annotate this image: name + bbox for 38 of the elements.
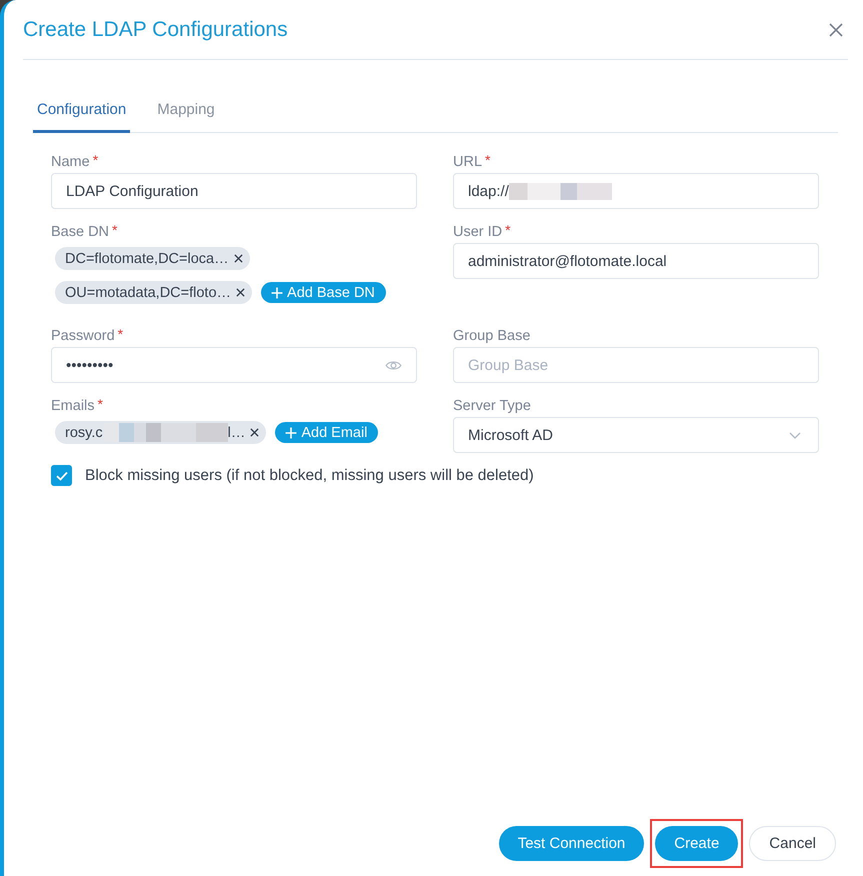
required-mark: * — [112, 222, 118, 238]
field-label: Base DN — [51, 224, 110, 240]
tag-text: l… — [228, 424, 246, 440]
chevron-down-icon — [789, 432, 801, 438]
plus-icon — [285, 426, 298, 438]
input-field[interactable]: LDAP Configuration — [51, 173, 417, 209]
field-label: Group Base — [453, 328, 530, 344]
dialog-title: Create LDAP Configurations — [23, 18, 288, 42]
tag-text: rosy.c — [65, 424, 103, 440]
field-label: User ID — [453, 224, 502, 240]
field-label: Emails — [51, 398, 95, 414]
field-label: Password — [51, 328, 115, 344]
close-button[interactable] — [829, 22, 843, 36]
close-icon[interactable] — [236, 288, 246, 297]
dropdown[interactable]: Microsoft AD — [453, 417, 819, 453]
footer-button[interactable]: Cancel — [749, 826, 836, 861]
input-field[interactable]: administrator@flotomate.local — [453, 243, 819, 279]
field-label: Server Type — [453, 398, 531, 414]
field-label: URL — [453, 154, 482, 170]
required-mark: * — [118, 326, 124, 342]
input-field[interactable]: Group Base — [453, 347, 819, 383]
password-field[interactable]: ••••••••• — [51, 347, 417, 383]
required-mark: * — [92, 152, 98, 168]
required-mark: * — [485, 152, 490, 168]
required-mark: * — [505, 222, 511, 238]
tag-text: OU=motadata,DC=floto… — [65, 284, 232, 300]
tag-text: DC=flotomate,DC=loca… — [65, 250, 229, 266]
close-icon[interactable] — [234, 254, 243, 263]
checkbox[interactable] — [51, 465, 72, 486]
close-icon[interactable] — [250, 428, 260, 437]
close-icon — [829, 22, 843, 36]
input-field[interactable]: ldap:// — [453, 173, 819, 209]
tab[interactable]: Configuration — [33, 88, 130, 133]
field-label: Name — [51, 154, 90, 170]
check-icon — [56, 470, 68, 480]
plus-icon — [271, 286, 284, 298]
required-mark: * — [98, 396, 103, 412]
checkbox-label: Block missing users (if not blocked, missing users will be deleted) — [85, 466, 534, 484]
